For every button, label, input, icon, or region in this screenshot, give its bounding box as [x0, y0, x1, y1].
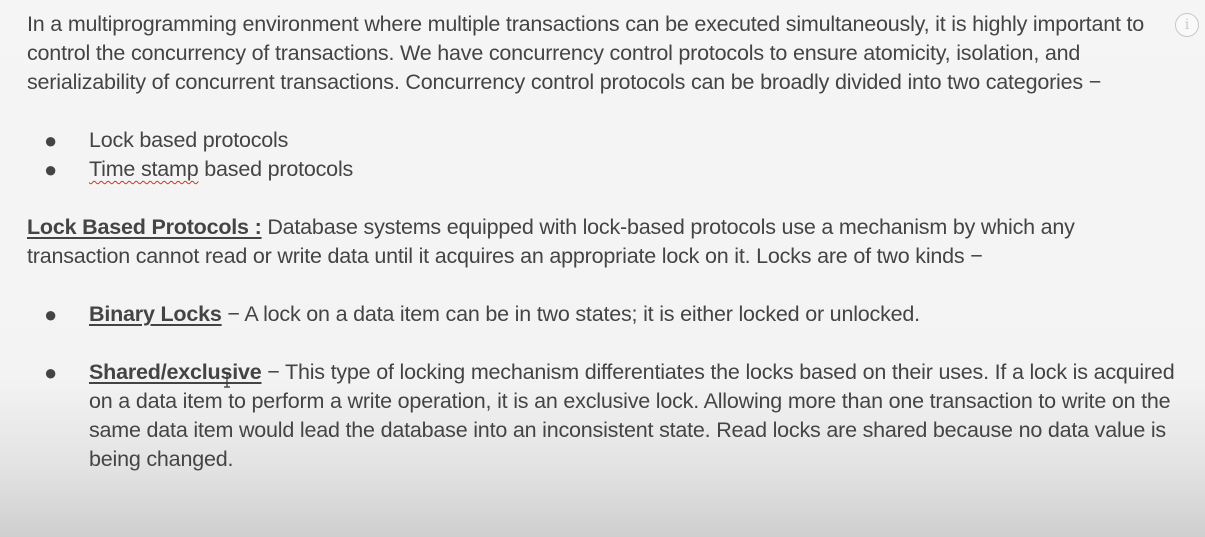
lock-protocols-paragraph: Lock Based Protocols : Database systems …: [27, 213, 1177, 271]
term-label: Binary Locks: [89, 302, 222, 326]
list-item: ● Shared/exclusive − This type of lockin…: [27, 358, 1177, 474]
protocol-categories-list: ● Lock based protocols ● Time stamp base…: [27, 126, 1177, 184]
category-label: based protocols: [198, 157, 354, 181]
list-item: ● Time stamp based protocols: [27, 155, 1177, 184]
list-item: ● Lock based protocols: [27, 126, 1177, 155]
section-heading: Lock Based Protocols :: [27, 215, 262, 239]
bullet-icon: ●: [44, 128, 58, 153]
bullet-icon: ●: [44, 302, 58, 327]
term-label: Shared/exclusive: [89, 360, 262, 384]
info-icon[interactable]: i: [1175, 13, 1199, 37]
category-label: Lock based protocols: [89, 128, 289, 152]
info-glyph: i: [1184, 17, 1190, 33]
bullet-icon: ●: [44, 157, 58, 182]
term-description: − A lock on a data item can be in two st…: [221, 302, 920, 326]
document-content: In a multiprogramming environment where …: [27, 10, 1177, 474]
spellcheck-flagged-text[interactable]: Time stamp: [89, 157, 199, 181]
intro-paragraph: In a multiprogramming environment where …: [27, 12, 1145, 94]
bullet-icon: ●: [44, 360, 58, 385]
text-cursor-icon: [224, 372, 230, 388]
list-item: ● Binary Locks − A lock on a data item c…: [27, 300, 1177, 329]
document-page: In a multiprogramming environment where …: [0, 0, 1205, 537]
lock-kinds-list: ● Binary Locks − A lock on a data item c…: [27, 300, 1177, 474]
